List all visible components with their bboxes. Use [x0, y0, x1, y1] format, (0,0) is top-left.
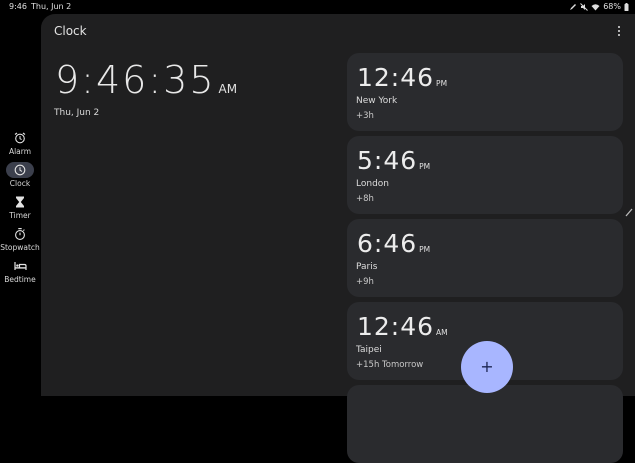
city-time: 12:46: [357, 312, 435, 341]
city-card-paris[interactable]: 6:46 PM Paris +9h: [347, 219, 623, 297]
nav-item-alarm[interactable]: Alarm: [0, 130, 40, 160]
main-clock: 9:46:35 AM: [55, 58, 237, 102]
battery-icon: [624, 2, 629, 11]
nav-item-timer[interactable]: Timer: [0, 194, 40, 224]
city-ampm: PM: [436, 79, 448, 88]
navigation-rail: Alarm Clock Timer Stopwatch Bedtime: [0, 14, 40, 396]
battery-percent: 68%: [603, 2, 621, 11]
city-ampm: PM: [419, 162, 431, 171]
alarm-icon: [6, 130, 34, 146]
city-offset: +3h: [356, 111, 374, 121]
nav-item-bedtime[interactable]: Bedtime: [0, 258, 40, 288]
drag-handle-icon[interactable]: [625, 202, 633, 221]
city-offset: +8h: [356, 194, 374, 204]
nav-label-timer: Timer: [9, 211, 31, 220]
more-vert-icon[interactable]: [613, 24, 625, 38]
bed-icon: [6, 258, 34, 274]
status-icons: 68%: [569, 2, 629, 11]
stopwatch-icon: [6, 226, 34, 242]
city-time: 5:46: [357, 146, 418, 175]
city-card-new-york[interactable]: 12:46 PM New York +3h: [347, 53, 623, 131]
nav-label-bedtime: Bedtime: [4, 275, 36, 284]
mute-icon: [580, 2, 589, 11]
main-date: Thu, Jun 2: [54, 108, 100, 118]
clock-icon: [6, 162, 34, 178]
city-card-partial[interactable]: [347, 385, 623, 463]
wifi-icon: [591, 3, 600, 11]
city-card-london[interactable]: 5:46 PM London +8h: [347, 136, 623, 214]
city-name: London: [356, 179, 389, 189]
pen-icon: [569, 3, 577, 11]
main-time: 9:46:35: [55, 58, 216, 102]
status-time: 9:46: [9, 2, 27, 11]
city-name: Paris: [356, 262, 378, 272]
nav-label-stopwatch: Stopwatch: [0, 243, 40, 252]
nav-label-clock: Clock: [9, 179, 31, 188]
city-time: 12:46: [357, 63, 435, 92]
city-offset: +9h: [356, 277, 374, 287]
nav-item-clock[interactable]: Clock: [0, 162, 40, 192]
clock-panel: Clock 9:46:35 AM Thu, Jun 2 12:46 PM New Y…: [41, 14, 635, 463]
city-time: 6:46: [357, 229, 418, 258]
add-icon: +: [480, 357, 494, 376]
add-city-button[interactable]: +: [461, 341, 513, 393]
nav-label-alarm: Alarm: [8, 147, 32, 156]
city-ampm: PM: [419, 245, 431, 254]
city-name: New York: [356, 96, 398, 106]
status-date: Thu, Jun 2: [31, 2, 72, 11]
hourglass-icon: [6, 194, 34, 210]
status-bar: 9:46 Thu, Jun 2 68%: [0, 0, 635, 14]
page-title: Clock: [54, 24, 87, 38]
city-ampm: AM: [436, 328, 448, 337]
nav-item-stopwatch[interactable]: Stopwatch: [0, 226, 40, 256]
city-offset: +15h Tomorrow: [356, 360, 424, 370]
main-ampm: AM: [218, 82, 238, 96]
city-name: Taipei: [356, 345, 382, 355]
